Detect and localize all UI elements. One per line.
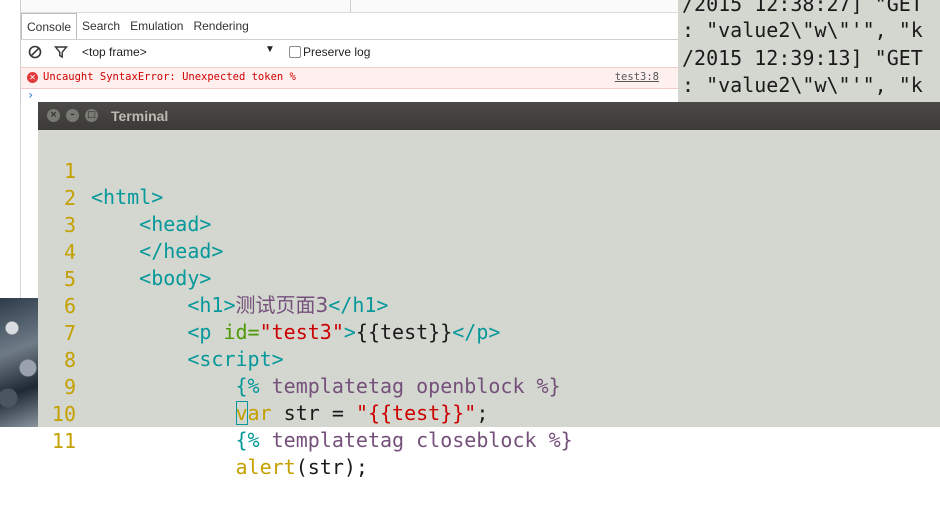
minimize-icon[interactable]: – xyxy=(66,109,79,122)
left-window-edge xyxy=(0,0,21,300)
devtools-tabs: Console Search Emulation Rendering xyxy=(21,13,254,40)
terminal-title: Terminal xyxy=(111,108,169,124)
code-line: 5 <h1>测试页面3</h1> xyxy=(38,240,940,317)
tab-console[interactable]: Console xyxy=(21,13,78,40)
code-line: 11 alert(str); xyxy=(38,402,940,479)
template-tag-text: templatetag closeblock xyxy=(259,428,549,452)
chevron-down-icon[interactable]: ▼ xyxy=(265,44,275,55)
devtools-panel: Console Search Emulation Rendering <top … xyxy=(20,0,679,102)
error-source-link[interactable]: test3:8 xyxy=(615,71,659,83)
terminal-titlebar[interactable]: × – □ Terminal xyxy=(38,102,940,130)
preserve-log-checkbox[interactable] xyxy=(289,46,301,58)
tab-rendering[interactable]: Rendering xyxy=(188,13,253,39)
log-line: /2015 12:39:13] "GET xyxy=(682,46,923,70)
console-error-message: ✕ Uncaught SyntaxError: Unexpected token… xyxy=(21,67,679,89)
code-plain: (str); xyxy=(295,455,368,479)
tab-search[interactable]: Search xyxy=(77,13,125,39)
code-line: 2 <head> xyxy=(38,159,940,236)
filter-icon[interactable] xyxy=(54,45,68,59)
code-line: 1 <html> xyxy=(38,132,940,209)
terminal-window: × – □ Terminal 1 <html> 2 <head> 3 </hea… xyxy=(38,102,940,479)
template-brace: {% xyxy=(235,428,260,452)
line-number: 11 xyxy=(51,429,76,453)
preserve-log-label: Preserve log xyxy=(303,45,371,59)
clear-console-icon[interactable] xyxy=(28,45,42,59)
console-toolbar: <top frame> ▼ Preserve log xyxy=(21,40,679,66)
code-editor[interactable]: 1 <html> 2 <head> 3 </head> 4 <body> 5 <… xyxy=(38,132,940,479)
log-line: : "value2\"w\"'", "k xyxy=(682,73,923,97)
code-line: 10 {% templatetag closeblock %} xyxy=(38,375,940,452)
close-icon[interactable]: × xyxy=(47,109,60,122)
keyword: alert xyxy=(235,455,296,479)
code-line: 6 <p id="test3">{{test}}</p> xyxy=(38,267,940,344)
maximize-icon[interactable]: □ xyxy=(85,109,98,122)
log-line: : "value2\"w\"'", "k xyxy=(682,18,923,42)
desktop-photo-fragment xyxy=(0,298,40,427)
error-icon: ✕ xyxy=(27,72,38,83)
code-line: 7 <script> xyxy=(38,294,940,371)
code-line: 8 {% templatetag openblock %} xyxy=(38,321,940,398)
pane-splitter xyxy=(350,0,351,12)
code-line: 3 </head> xyxy=(38,186,940,263)
error-text: Uncaught SyntaxError: Unexpected token % xyxy=(43,71,296,83)
code-text: {% templatetag closeblock %} xyxy=(91,427,573,453)
frame-select[interactable]: <top frame> xyxy=(82,45,147,59)
tab-emulation[interactable]: Emulation xyxy=(125,13,188,39)
code-text: alert(str); xyxy=(91,454,368,480)
devtools-top-divider xyxy=(21,0,679,13)
template-brace: %} xyxy=(548,428,573,452)
code-line: 4 <body> xyxy=(38,213,940,290)
console-prompt[interactable]: › xyxy=(27,88,34,102)
code-line: 9 var str = "{{test}}"; xyxy=(38,348,940,425)
log-line: /2015 12:38:27] "GET xyxy=(682,0,923,16)
background-terminal-log: /2015 12:38:27] "GET : "value2\"w\"'", "… xyxy=(678,0,940,102)
